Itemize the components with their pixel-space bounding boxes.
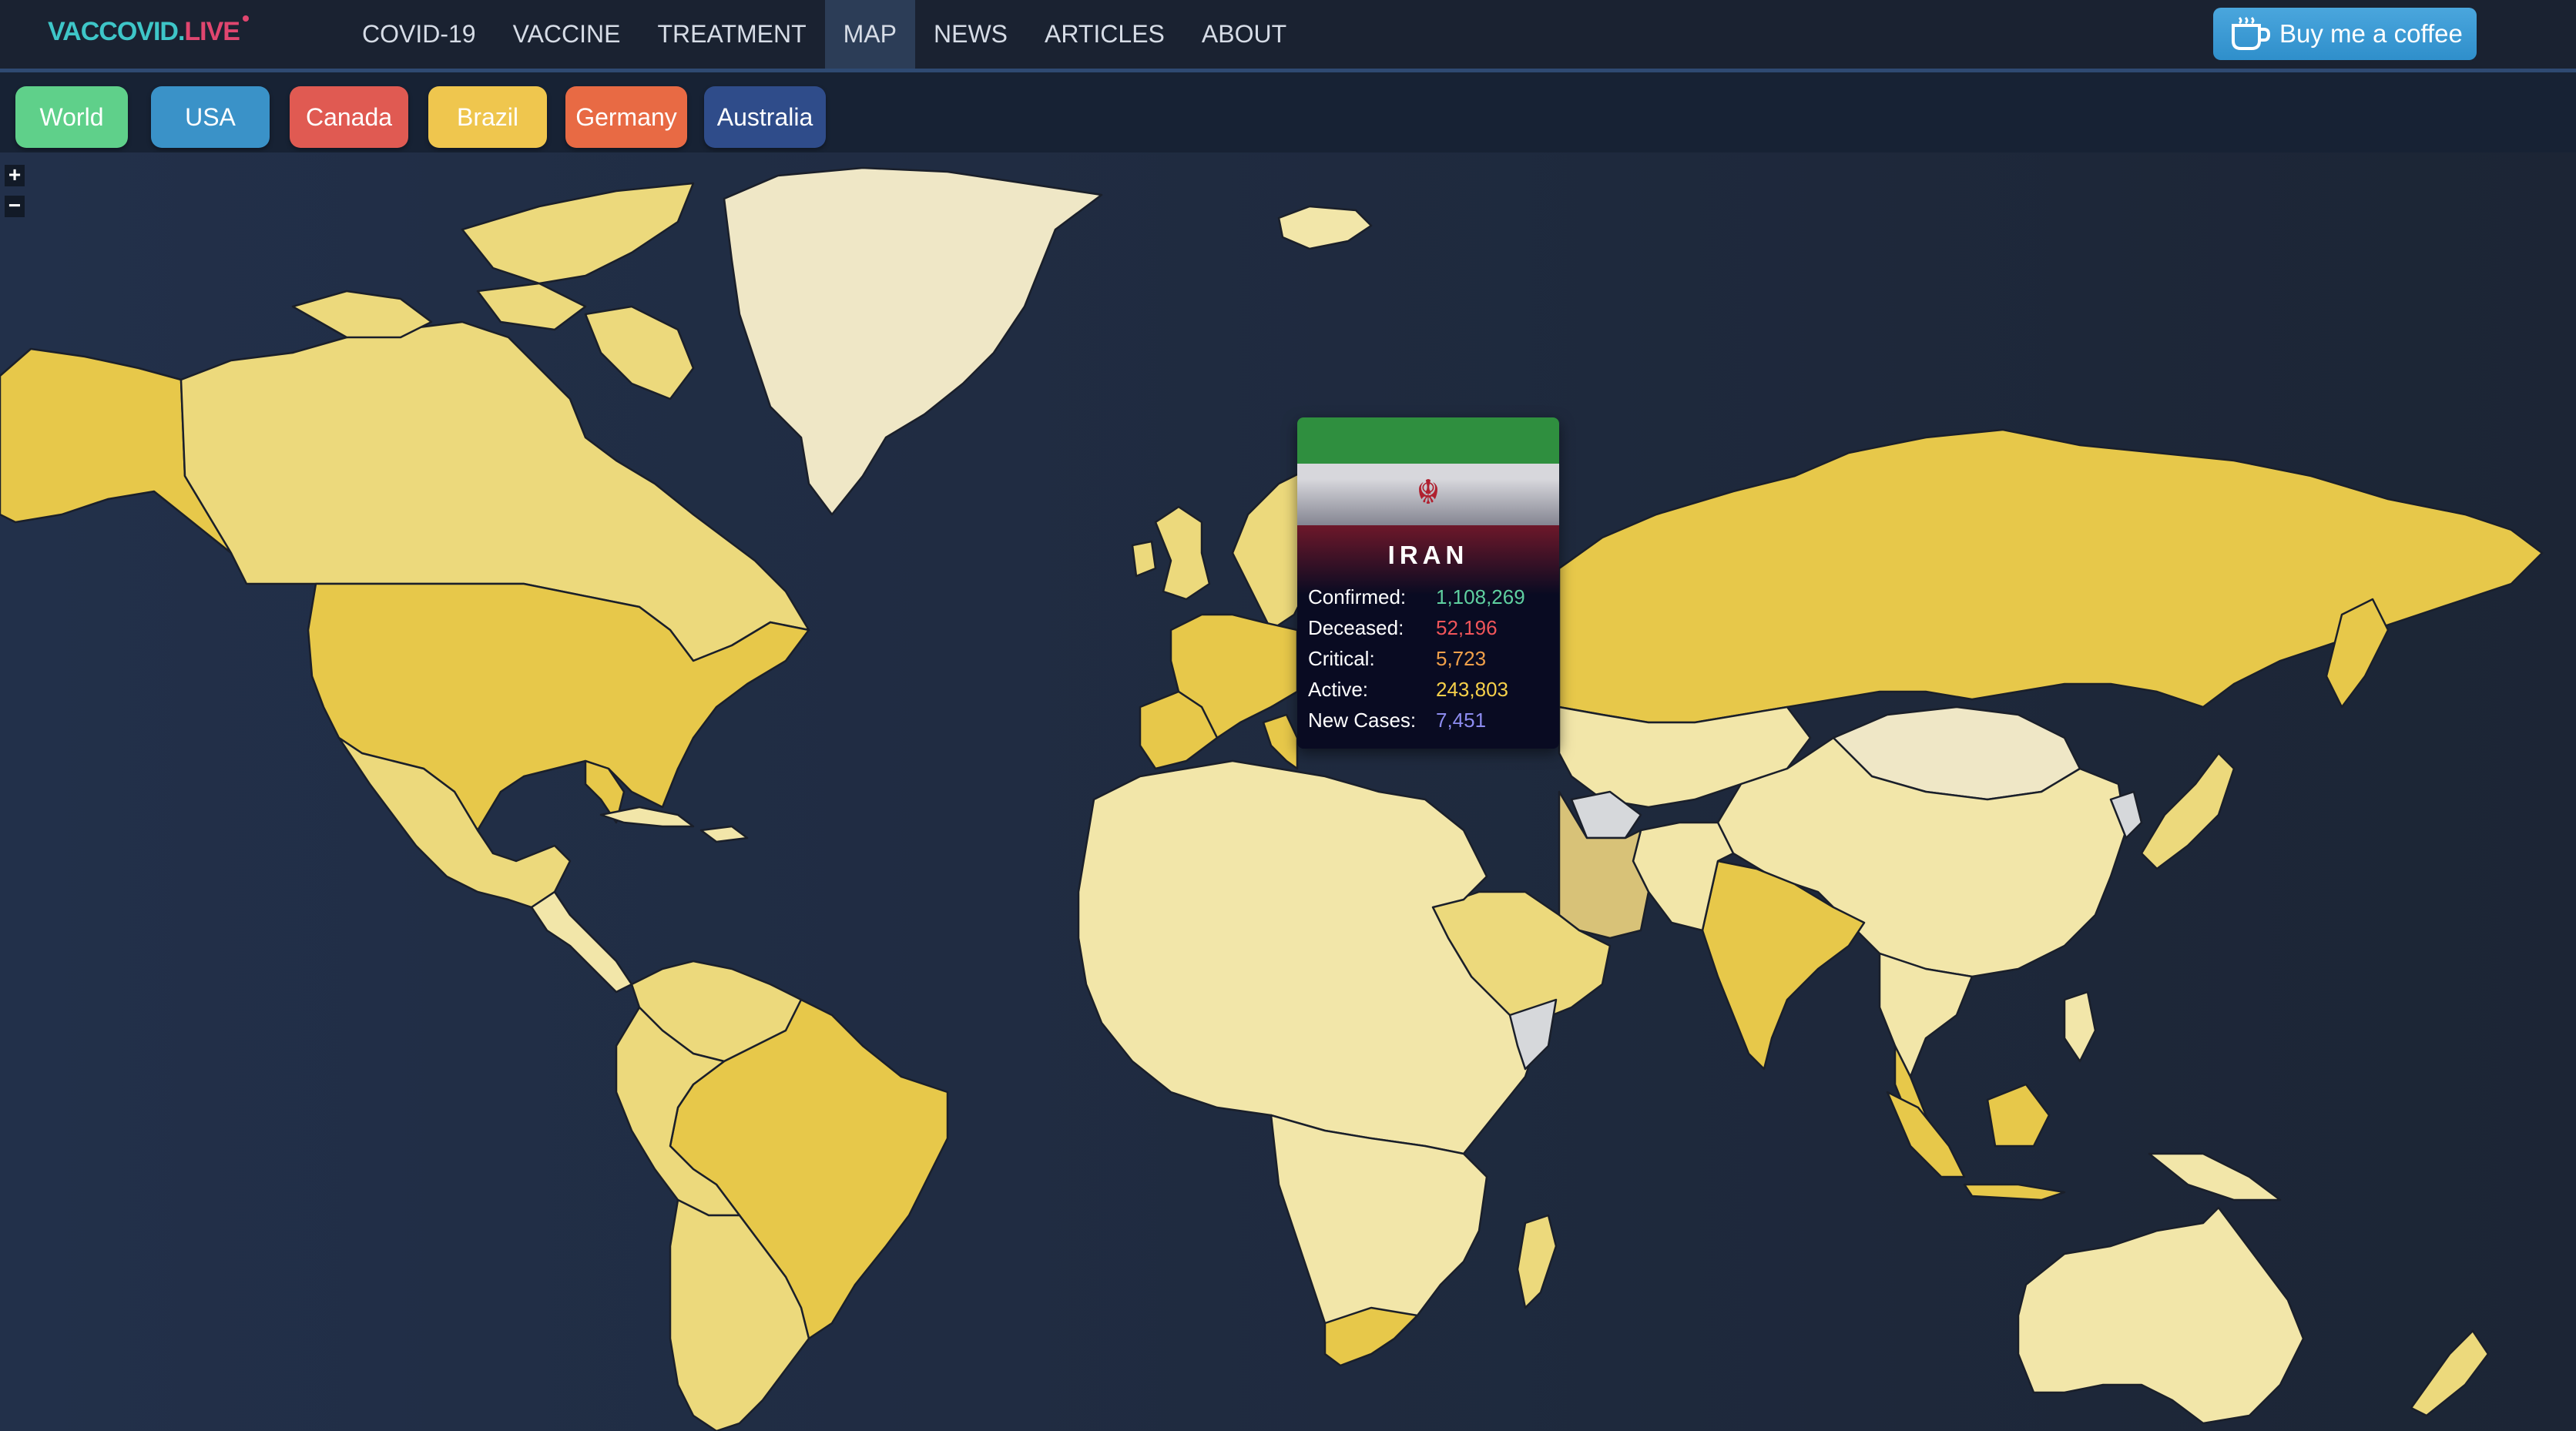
tooltip-label-critical: Critical: xyxy=(1308,647,1375,670)
zoom-in-button[interactable]: + xyxy=(5,164,25,186)
tooltip-value-confirmed: 1,108,269 xyxy=(1436,585,1525,608)
region-button-australia[interactable]: Australia xyxy=(704,86,826,148)
top-navbar: VACCOVID.LIVE COVID-19 VACCINE TREATMENT… xyxy=(0,0,2576,72)
tooltip-label-deceased: Deceased: xyxy=(1308,616,1404,639)
country-tooltip: ☬ IRAN Confirmed: 1,108,269 Deceased: 52… xyxy=(1297,417,1559,749)
nav-about[interactable]: ABOUT xyxy=(1183,0,1305,69)
nav-treatment[interactable]: TREATMENT xyxy=(639,0,824,69)
tooltip-value-active: 243,803 xyxy=(1436,678,1508,701)
world-map[interactable]: + − xyxy=(0,152,2576,1431)
nav-vaccine[interactable]: VACCINE xyxy=(495,0,639,69)
tooltip-country-name: IRAN xyxy=(1387,541,1469,569)
world-map-svg[interactable] xyxy=(0,152,2576,1431)
tooltip-label-active: Active: xyxy=(1308,678,1369,701)
region-button-world[interactable]: World xyxy=(15,86,128,148)
nav-covid-19[interactable]: COVID-19 xyxy=(344,0,495,69)
tooltip-label-confirmed: Confirmed: xyxy=(1308,585,1407,608)
nav-map[interactable]: MAP xyxy=(824,0,915,69)
region-button-canada[interactable]: Canada xyxy=(290,86,408,148)
zoom-out-button[interactable]: − xyxy=(5,195,25,217)
nav-articles[interactable]: ARTICLES xyxy=(1026,0,1183,69)
region-button-brazil[interactable]: Brazil xyxy=(428,86,547,148)
tooltip-value-critical: 5,723 xyxy=(1436,647,1487,670)
region-button-usa[interactable]: USA xyxy=(151,86,270,148)
region-button-bar: World USA Canada Brazil Germany Australi… xyxy=(0,72,2576,152)
svg-text:☬: ☬ xyxy=(1416,473,1440,512)
buy-me-a-coffee-button[interactable]: Buy me a coffee xyxy=(2213,8,2477,60)
main-menu: COVID-19 VACCINE TREATMENT MAP NEWS ARTI… xyxy=(344,0,1305,69)
tooltip-label-new-cases: New Cases: xyxy=(1308,709,1417,732)
tooltip-value-new-cases: 7,451 xyxy=(1436,709,1487,732)
tooltip-value-deceased: 52,196 xyxy=(1436,616,1498,639)
logo-dot xyxy=(242,15,249,22)
nav-news[interactable]: NEWS xyxy=(915,0,1026,69)
region-button-germany[interactable]: Germany xyxy=(565,86,687,148)
coffee-button-label: Buy me a coffee xyxy=(2279,19,2463,48)
site-logo[interactable]: VACCOVID.LIVE xyxy=(48,15,249,47)
coffee-cup-icon xyxy=(2232,16,2271,50)
